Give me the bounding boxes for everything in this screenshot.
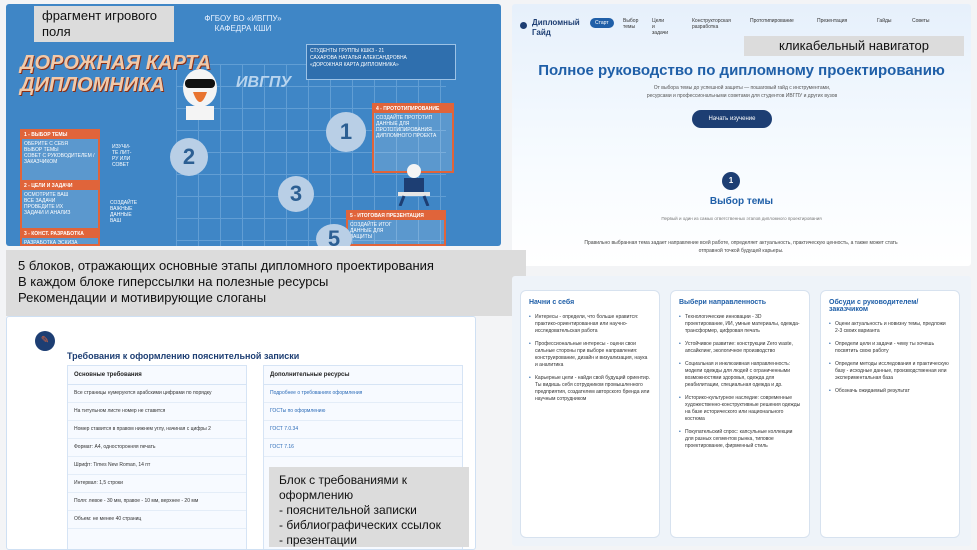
table-row: Интервал: 1,5 строки — [68, 475, 246, 493]
card-discuss-supervisor: Обсуди с руководителем/ заказчиком Оцени… — [820, 290, 960, 538]
nav-item-prototyping[interactable]: Прототипирование — [750, 18, 794, 24]
goose-mascot-icon — [176, 62, 224, 122]
resource-link[interactable]: ГОСТы по оформлению — [264, 403, 462, 421]
student-figure-icon — [394, 162, 434, 207]
map-circle-1: 1 — [326, 112, 366, 152]
list-item: Устойчивое развитие: конструкции Zero wa… — [679, 341, 801, 355]
step-subtitle: Первый и один из самых ответственных эта… — [661, 216, 822, 221]
table-row: Номер ставится в правом нижнем углу, нач… — [68, 421, 246, 439]
brand-dot-icon — [520, 22, 527, 29]
map-circle-2: 2 — [170, 138, 208, 176]
list-item: Социальная и инклюзивная направленность:… — [679, 361, 801, 389]
map-block-1: 1 - ВЫБОР ТЕМЫ ОБЕРИТЕ С СЕБЯ ВЫБОР ТЕМЫ… — [20, 129, 100, 185]
note-requirements: Блок с требованиями к оформлению - поясн… — [269, 467, 469, 547]
list-item: Обозначь ожидаемый результат — [829, 388, 951, 395]
nav-item-guides[interactable]: Гайды — [877, 18, 892, 24]
note-game-field: фрагмент игрового поля — [34, 6, 174, 42]
list-item: Оцени актуальность и новизну темы, предл… — [829, 321, 951, 335]
map-side-text-1: ИЗУЧИ- ТЕ ЛИТ- РУ ИЛИ СОВЕТ — [112, 144, 132, 168]
table-row: Объем: не менее 40 страниц — [68, 511, 246, 529]
map-block-5: 5 - ИТОГОВАЯ ПРЕЗЕНТАЦИЯ СОЗДАЙТЕ ИТОГ Д… — [346, 210, 446, 246]
map-block-2: 2 - ЦЕЛИ И ЗАДАЧИ ОСМОТРИТЕ ВАШ ВСЕ ЗАДА… — [20, 180, 100, 230]
nav-item-presentation[interactable]: Презентация — [817, 18, 847, 24]
nav-item-topic[interactable]: Выбор темы — [623, 18, 638, 30]
list-item: Профессиональные интересы - оцени свои с… — [529, 341, 651, 369]
map-circle-5: 5 — [316, 224, 352, 246]
list-item: Карьерные цели - найди свой будущий орие… — [529, 375, 651, 403]
list-item: Определи цели и задачи - чему ты хочешь … — [829, 341, 951, 355]
start-learning-button[interactable]: Начать изучение — [692, 110, 772, 128]
map-header: ФГБОУ ВО «ИВГПУ» КАФЕДРА КШИ — [204, 14, 282, 33]
nav-item-design[interactable]: Конструкторская разработка — [692, 18, 731, 30]
list-item: Покупательский спрос: капсульные коллекц… — [679, 429, 801, 450]
hero-title: Полное руководство по дипломному проекти… — [538, 62, 945, 79]
table-row: Формат: А4, односторонняя печать — [68, 439, 246, 457]
step-number-badge: 1 — [722, 172, 740, 190]
table-row: Шрифт: Times New Roman, 14 пт — [68, 457, 246, 475]
table-row: На титульном листе номер не ставится — [68, 403, 246, 421]
requirements-title: Требования к оформлению пояснительной за… — [67, 351, 300, 361]
hero-text: От выбора темы до успешной защиты — поша… — [646, 85, 838, 99]
step-text: Правильно выбранная тема задает направле… — [584, 240, 898, 254]
card-choose-direction: Выбери направленность Технологические ин… — [670, 290, 810, 538]
map-circle-3: 3 — [278, 176, 314, 212]
resource-link[interactable]: Подробнее о требованиях оформления — [264, 385, 462, 403]
pencil-icon: ✎ — [35, 331, 55, 351]
nav-item-tips[interactable]: Советы — [912, 18, 930, 24]
table-row: Поля: левое - 30 мм, правое - 10 мм, вер… — [68, 493, 246, 511]
resource-link[interactable]: ГОСТ 7.16 — [264, 439, 462, 457]
list-item: Определи методы исследования и практичес… — [829, 361, 951, 382]
note-clickable-navigator: кликабельный навигатор — [744, 36, 964, 56]
game-map-fragment: ФГБОУ ВО «ИВГПУ» КАФЕДРА КШИ ДОРОЖНАЯ КА… — [6, 4, 501, 246]
resource-link[interactable]: ГОСТ 7.0.34 — [264, 421, 462, 439]
topic-cards-section: Начни с себя Интересы - определи, что бо… — [512, 276, 971, 546]
list-item: Технологические инновации - 3D проектиро… — [679, 314, 801, 335]
list-item: Интересы - определи, что больше нравится… — [529, 314, 651, 335]
map-subtitle: СТУДЕНТЫ ГРУППЫ КШКЗ - 21 САХАРОВА НАТАЛ… — [306, 44, 456, 80]
map-block-3: 3 - КОНСТ. РАЗРАБОТКА РАЗРАБОТКА ЭСКИЗА — [20, 228, 100, 246]
nav-item-goals[interactable]: Цели и задачи — [652, 18, 668, 36]
requirements-block: ✎ Требования к оформлению пояснительной … — [6, 316, 476, 550]
table-row: Все страницы нумеруются арабскими цифрам… — [68, 385, 246, 403]
map-side-text-2: СОЗДАЙТЕ ВАЖНЫЕ ДАННЫЕ ВАШ — [110, 200, 138, 224]
brand-title[interactable]: Дипломный Гайд — [532, 18, 580, 38]
step-title: Выбор темы — [709, 196, 774, 207]
card-start-with-self: Начни с себя Интересы - определи, что бо… — [520, 290, 660, 538]
basic-requirements-table: Основные требования Все страницы нумерую… — [67, 365, 247, 549]
website-screenshot: Дипломный Гайд Старт Выбор темы Цели и з… — [512, 4, 971, 266]
map-logo: ИВГПУ — [236, 74, 292, 91]
note-five-blocks: 5 блоков, отражающих основные этапы дипл… — [6, 250, 526, 316]
nav-start-button[interactable]: Старт — [590, 18, 614, 28]
list-item: Историко-культурное наследие: современны… — [679, 395, 801, 423]
